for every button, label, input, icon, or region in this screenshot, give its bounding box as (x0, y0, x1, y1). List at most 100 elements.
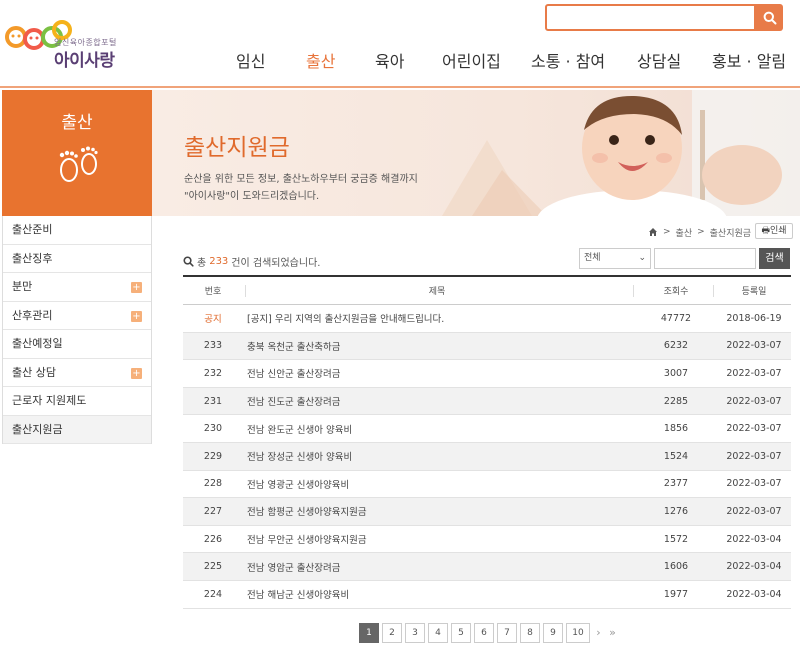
sidebar-item-label: 출산지원금 (12, 422, 63, 436)
col-divider (713, 285, 714, 297)
search-filter-select[interactable]: 전체 ⌄ (579, 248, 651, 269)
page-button[interactable]: 3 (405, 622, 425, 643)
result-count: 총 233 건이 검색되었습니다. (183, 254, 320, 269)
nav-item-pregnancy[interactable]: 임신 (236, 48, 265, 72)
table-row[interactable]: 228 전남 영광군 신생아양육비 2377 2022-03-07 (183, 471, 791, 499)
print-button[interactable]: 🖶인쇄 (755, 223, 793, 239)
page-button[interactable]: 2 (382, 622, 402, 643)
banner-description: "아이사랑"이 도와드리겠습니다. (184, 191, 320, 202)
row-no: 226 (203, 533, 223, 545)
sidebar-item-delivery[interactable]: 분만 + (3, 273, 151, 302)
expand-plus-icon[interactable]: + (131, 310, 142, 322)
page-button[interactable]: 6 (474, 622, 494, 643)
table-row[interactable]: 227 전남 함평군 신생아양육지원금 1276 2022-03-07 (183, 498, 791, 526)
row-date: 2022-03-04 (726, 588, 782, 600)
sidebar-item-postpartum[interactable]: 산후관리 + (3, 301, 151, 330)
row-no: 224 (203, 588, 223, 600)
col-views: 조회수 (663, 287, 689, 297)
col-divider (633, 285, 634, 297)
expand-plus-icon[interactable]: + (131, 367, 142, 379)
table-header: 번호 제목 조회수 등록일 (183, 277, 791, 305)
row-no: 232 (203, 367, 223, 379)
page-button[interactable]: 9 (543, 622, 563, 643)
sidebar-item-label: 근로자 지원제도 (12, 394, 87, 407)
page-title: 출산지원금 (184, 135, 290, 161)
nav-item-birth[interactable]: 출산 (306, 48, 335, 72)
table-row[interactable]: 226 전남 무안군 신생아양육지원금 1572 2022-03-04 (183, 526, 791, 554)
row-title-link[interactable]: 전남 해남군 신생아양육비 (247, 581, 627, 608)
row-date: 2018-06-19 (726, 312, 782, 324)
row-no: 228 (203, 478, 223, 490)
table-row[interactable]: 232 전남 신안군 출산장려금 3007 2022-03-07 (183, 360, 791, 388)
last-page-icon[interactable]: » (607, 626, 618, 639)
site-header: 임신육아종합포털 아이사랑 임신 출산 육아 어린이집 소통 · 참여 상담실 … (0, 0, 800, 88)
nav-item-community[interactable]: 소통 · 참여 (531, 48, 605, 72)
sidebar-item-label: 출산 상담 (12, 365, 56, 379)
row-date: 2022-03-07 (726, 505, 782, 517)
nav-item-counseling[interactable]: 상담실 (637, 48, 681, 72)
row-title-link[interactable]: 전남 진도군 출산장려금 (247, 388, 627, 415)
row-title-link[interactable]: 전남 무안군 신생아양육지원금 (247, 526, 627, 553)
col-divider (245, 285, 246, 297)
row-title-link[interactable]: 전남 신안군 출산장려금 (247, 360, 627, 387)
site-search-box[interactable] (545, 4, 756, 31)
next-page-icon[interactable]: › (593, 626, 604, 639)
table-row[interactable]: 230 전남 완도군 신생아 양육비 1856 2022-03-07 (183, 415, 791, 443)
row-title-link[interactable]: 전남 영광군 신생아양육비 (247, 471, 627, 498)
sidebar-item-label: 분만 (12, 280, 33, 293)
footprints-icon (59, 146, 98, 182)
page-button[interactable]: 4 (428, 622, 448, 643)
sidebar-item-signs[interactable]: 출산징후 (3, 244, 151, 273)
sidebar-item-prep[interactable]: 출산준비 (3, 216, 151, 245)
nav-item-promotion[interactable]: 홍보 · 알림 (712, 48, 786, 72)
row-title-link[interactable]: 전남 함평군 신생아양육지원금 (247, 498, 627, 525)
sidebar-item-due-date[interactable]: 출산예정일 (3, 330, 151, 359)
search-icon (763, 11, 776, 24)
sidebar-item-birth-grant[interactable]: 출산지원금 (3, 415, 151, 444)
print-label: 인쇄 (769, 226, 787, 236)
table-row[interactable]: 공지 [공지] 우리 지역의 출산지원금을 안내해드립니다. 47772 201… (183, 305, 791, 333)
col-title: 제목 (428, 287, 446, 297)
search-icon (183, 256, 194, 267)
row-date: 2022-03-04 (726, 533, 782, 545)
sidebar-header: 출산 (2, 90, 152, 216)
row-views: 6232 (663, 340, 689, 352)
page-button-current[interactable]: 1 (359, 622, 379, 643)
page-button[interactable]: 10 (566, 622, 590, 643)
table-row[interactable]: 231 전남 진도군 출산장려금 2285 2022-03-07 (183, 387, 791, 416)
table-row[interactable]: 229 전남 장성군 신생아 양육비 1524 2022-03-07 (183, 442, 791, 471)
list-search-button[interactable]: 검색 (759, 248, 790, 269)
row-views: 1977 (663, 588, 689, 600)
row-title-link[interactable]: 전남 영암군 출산장려금 (247, 553, 627, 580)
row-views: 1606 (663, 561, 689, 573)
site-logo[interactable]: 임신육아종합포털 아이사랑 (4, 10, 124, 71)
sidebar-item-counsel[interactable]: 출산 상담 + (3, 358, 151, 387)
row-views: 1276 (663, 505, 689, 517)
site-search-input[interactable] (547, 6, 754, 29)
col-no: 번호 (204, 287, 222, 297)
nav-item-daycare[interactable]: 어린이집 (442, 48, 501, 72)
breadcrumb-item[interactable]: 출산 (676, 226, 693, 239)
table-row[interactable]: 224 전남 해남군 신생아양육비 1977 2022-03-04 (183, 581, 791, 609)
table-row[interactable]: 233 충북 옥천군 출산축하금 6232 2022-03-07 (183, 332, 791, 361)
row-title-link[interactable]: 전남 장성군 신생아 양육비 (247, 443, 627, 470)
breadcrumb-item[interactable]: 출산지원금 (710, 226, 751, 239)
row-views: 1572 (663, 533, 689, 545)
row-title-link[interactable]: 전남 완도군 신생아 양육비 (247, 415, 627, 442)
list-search-input[interactable] (654, 248, 756, 269)
site-search-button[interactable] (756, 4, 783, 31)
table-row[interactable]: 225 전남 영암군 출산장려금 1606 2022-03-04 (183, 553, 791, 581)
printer-icon: 🖶 (761, 226, 770, 236)
row-title-link[interactable]: 충북 옥천군 출산축하금 (247, 333, 627, 360)
row-title-link[interactable]: [공지] 우리 지역의 출산지원금을 안내해드립니다. (247, 305, 627, 332)
breadcrumb-separator: > (663, 227, 671, 237)
home-icon[interactable] (648, 227, 658, 237)
page-button[interactable]: 5 (451, 622, 471, 643)
row-date: 2022-03-07 (726, 367, 782, 379)
page-button[interactable]: 7 (497, 622, 517, 643)
sidebar-item-worker-support[interactable]: 근로자 지원제도 (3, 387, 151, 416)
expand-plus-icon[interactable]: + (131, 282, 142, 293)
nav-item-parenting[interactable]: 육아 (375, 48, 404, 72)
row-date: 2022-03-07 (726, 478, 782, 490)
page-button[interactable]: 8 (520, 622, 540, 643)
